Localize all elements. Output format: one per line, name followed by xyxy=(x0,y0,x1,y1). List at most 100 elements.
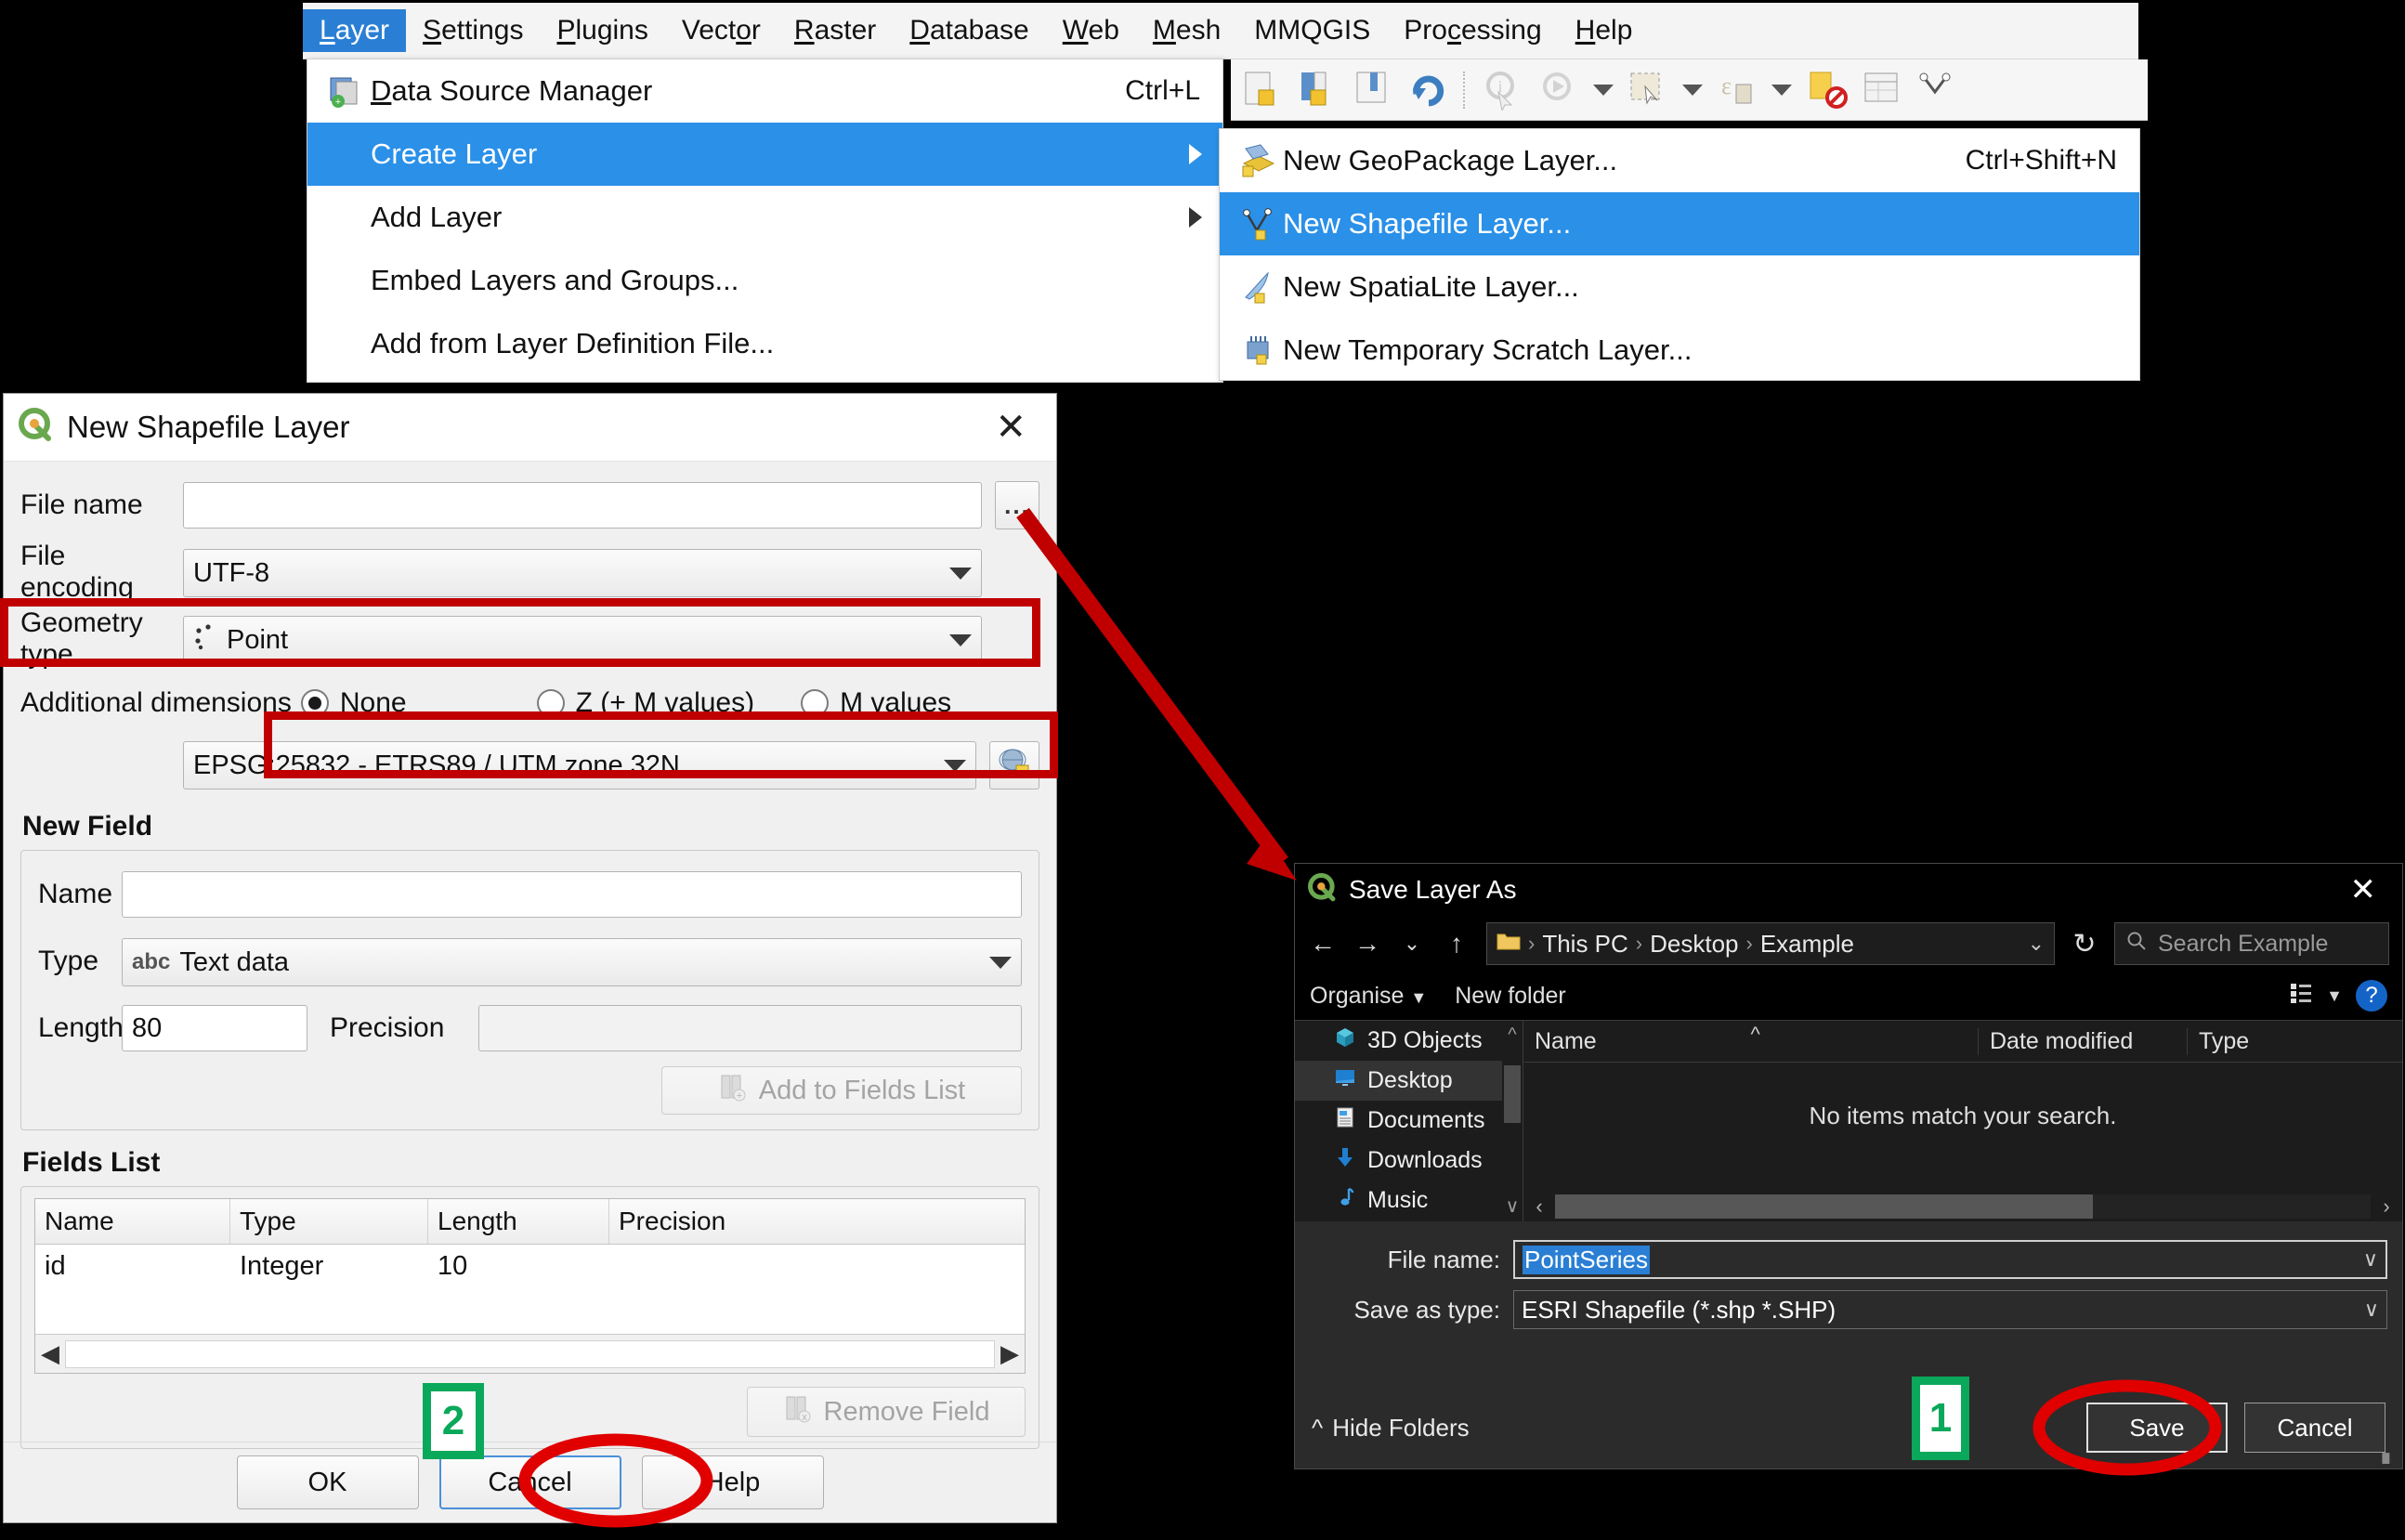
new-field-length-input[interactable]: 80 xyxy=(122,1005,307,1051)
breadcrumb-desktop[interactable]: Desktop xyxy=(1650,930,1738,959)
scroll-down-icon[interactable]: ∨ xyxy=(1506,1194,1520,1218)
menu-help[interactable]: Help xyxy=(1559,9,1650,52)
search-input[interactable]: Search Example xyxy=(2114,922,2389,965)
resize-grip-icon[interactable]: ▖ xyxy=(2383,1442,2397,1465)
save-as-type-select[interactable]: ESRI Shapefile (*.shp *.SHP) ∨ xyxy=(1513,1290,2387,1329)
scroll-thumb[interactable] xyxy=(1555,1194,2094,1219)
tree-item-desktop[interactable]: Desktop xyxy=(1295,1061,1523,1101)
tree-item-music[interactable]: Music xyxy=(1295,1181,1523,1220)
submenu-item-new-shapefile[interactable]: New Shapefile Layer... xyxy=(1220,192,2139,255)
help-button[interactable]: Help xyxy=(641,1455,824,1509)
scroll-left-icon[interactable]: ‹ xyxy=(1523,1194,1555,1219)
file-name-input[interactable] xyxy=(183,482,982,529)
back-icon[interactable]: ← xyxy=(1308,929,1338,959)
breadcrumb[interactable]: › This PC › Desktop › Example ⌄ xyxy=(1486,922,2055,965)
close-icon[interactable]: ✕ xyxy=(2337,874,2390,906)
radio-m-values[interactable] xyxy=(801,689,830,717)
file-list-pane[interactable]: Name ^ Date modified Type No items match… xyxy=(1523,1021,2402,1221)
select-crs-button[interactable] xyxy=(989,741,1039,790)
remove-field-button[interactable]: x Remove Field xyxy=(747,1387,1026,1437)
menu-web[interactable]: Web xyxy=(1046,9,1136,52)
menu-item-add-from-layer-definition[interactable]: Add from Layer Definition File... xyxy=(307,312,1222,375)
file-list-hscrollbar[interactable]: ‹ › xyxy=(1523,1192,2402,1221)
tree-item-documents[interactable]: Documents xyxy=(1295,1101,1523,1141)
new-field-precision-input[interactable] xyxy=(478,1005,1022,1051)
breadcrumb-dropdown-icon[interactable]: ⌄ xyxy=(2028,932,2045,956)
fields-col-name[interactable]: Name xyxy=(35,1199,230,1244)
new-shapefile-toolbar-icon[interactable] xyxy=(1916,70,1959,111)
deselect-features-icon[interactable] xyxy=(1805,70,1848,111)
refresh-icon[interactable] xyxy=(1407,70,1450,111)
organise-button[interactable]: Organise ▼ xyxy=(1310,983,1427,1010)
scroll-left-icon[interactable]: ◀ xyxy=(41,1339,59,1368)
up-icon[interactable]: ↑ xyxy=(1442,929,1471,959)
recent-locations-icon[interactable]: ⌄ xyxy=(1397,932,1427,956)
geometry-type-select[interactable]: Point xyxy=(183,616,982,664)
radio-z-m-values[interactable] xyxy=(536,689,565,717)
select-features-icon[interactable] xyxy=(1627,70,1669,111)
breadcrumb-example[interactable]: Example xyxy=(1760,930,1854,959)
feature-action-dropdown-icon[interactable] xyxy=(1593,84,1614,96)
menu-item-embed-layers[interactable]: Embed Layers and Groups... xyxy=(307,249,1222,312)
save-button[interactable]: Save xyxy=(2086,1403,2228,1453)
menu-item-data-source-manager[interactable]: + Data Source Manager Ctrl+L xyxy=(307,59,1222,123)
open-project-icon[interactable] xyxy=(1296,70,1339,111)
fields-col-length[interactable]: Length xyxy=(428,1199,609,1244)
browse-button[interactable]: ... xyxy=(995,481,1039,529)
view-dropdown-icon[interactable]: ▼ xyxy=(2326,986,2343,1006)
scroll-up-icon[interactable]: ^ xyxy=(1508,1024,1516,1046)
chevron-down-icon[interactable]: ∨ xyxy=(2364,1298,2379,1322)
select-dropdown-icon[interactable] xyxy=(1682,84,1703,96)
expression-dropdown-icon[interactable] xyxy=(1771,84,1792,96)
save-cancel-button[interactable]: Cancel xyxy=(2244,1403,2385,1453)
table-row[interactable]: id Integer 10 xyxy=(35,1245,1025,1334)
scroll-right-icon[interactable]: › xyxy=(2371,1194,2402,1219)
scroll-right-icon[interactable]: ▶ xyxy=(1000,1339,1019,1368)
tree-item-3d-objects[interactable]: 3D Objects xyxy=(1295,1021,1523,1061)
identify-features-icon[interactable]: i xyxy=(1482,70,1524,112)
new-field-name-input[interactable] xyxy=(122,871,1022,918)
save-project-icon[interactable] xyxy=(1352,70,1394,111)
submenu-item-new-geopackage[interactable]: New GeoPackage Layer... Ctrl+Shift+N xyxy=(1220,129,2139,192)
run-feature-action-icon[interactable] xyxy=(1537,70,1580,111)
fields-col-type[interactable]: Type xyxy=(230,1199,428,1244)
file-col-name[interactable]: Name ^ xyxy=(1523,1023,1979,1055)
scroll-trough[interactable] xyxy=(65,1339,995,1368)
places-tree[interactable]: 3D Objects Desktop Documents Downloads M… xyxy=(1295,1021,1523,1221)
menu-settings[interactable]: Settings xyxy=(406,9,540,52)
file-col-type[interactable]: Type xyxy=(2188,1028,2402,1055)
forward-icon[interactable]: → xyxy=(1353,929,1382,959)
menu-processing[interactable]: Processing xyxy=(1387,9,1558,52)
menu-item-add-layer[interactable]: Add Layer xyxy=(307,186,1222,249)
menu-mesh[interactable]: Mesh xyxy=(1136,9,1237,52)
crs-select[interactable]: EPSG:25832 - ETRS89 / UTM zone 32N xyxy=(183,741,976,790)
tree-scrollbar[interactable]: ^ ∨ xyxy=(1502,1021,1523,1221)
menu-plugins[interactable]: Plugins xyxy=(540,9,664,52)
menu-layer[interactable]: Layer xyxy=(303,9,407,52)
cancel-button[interactable]: Cancel xyxy=(438,1455,621,1509)
fields-col-precision[interactable]: Precision xyxy=(609,1199,1025,1244)
menu-raster[interactable]: Raster xyxy=(778,9,893,52)
close-icon[interactable]: ✕ xyxy=(980,409,1041,446)
menu-vector[interactable]: Vector xyxy=(665,9,778,52)
scroll-trough[interactable] xyxy=(1555,1194,2371,1219)
new-folder-button[interactable]: New folder xyxy=(1455,983,1566,1010)
select-by-expression-icon[interactable]: ε xyxy=(1716,70,1758,111)
file-name-input[interactable]: PointSeries ∨ xyxy=(1513,1240,2387,1279)
fields-table-hscrollbar[interactable]: ◀ ▶ xyxy=(35,1334,1025,1373)
menu-item-create-layer[interactable]: Create Layer xyxy=(307,123,1222,186)
tree-item-downloads[interactable]: Downloads xyxy=(1295,1141,1523,1181)
scroll-thumb[interactable] xyxy=(1504,1065,1521,1123)
breadcrumb-this-pc[interactable]: This PC xyxy=(1542,930,1627,959)
view-layout-icon[interactable] xyxy=(2289,981,2313,1011)
menu-mmqgis[interactable]: MMQGIS xyxy=(1237,9,1387,52)
submenu-item-new-temporary-scratch[interactable]: New Temporary Scratch Layer... xyxy=(1220,319,2139,382)
create-layer-submenu[interactable]: New GeoPackage Layer... Ctrl+Shift+N New… xyxy=(1219,128,2140,381)
open-attribute-table-icon[interactable] xyxy=(1861,70,1903,111)
new-project-icon[interactable] xyxy=(1240,70,1283,111)
file-col-date-modified[interactable]: Date modified xyxy=(1979,1027,2188,1055)
new-field-type-select[interactable]: abc Text data xyxy=(122,938,1022,986)
layer-dropdown-menu[interactable]: + Data Source Manager Ctrl+L Create Laye… xyxy=(307,59,1223,383)
submenu-item-new-spatialite[interactable]: New SpatiaLite Layer... xyxy=(1220,255,2139,319)
hide-folders-button[interactable]: ^ Hide Folders xyxy=(1312,1414,1470,1442)
